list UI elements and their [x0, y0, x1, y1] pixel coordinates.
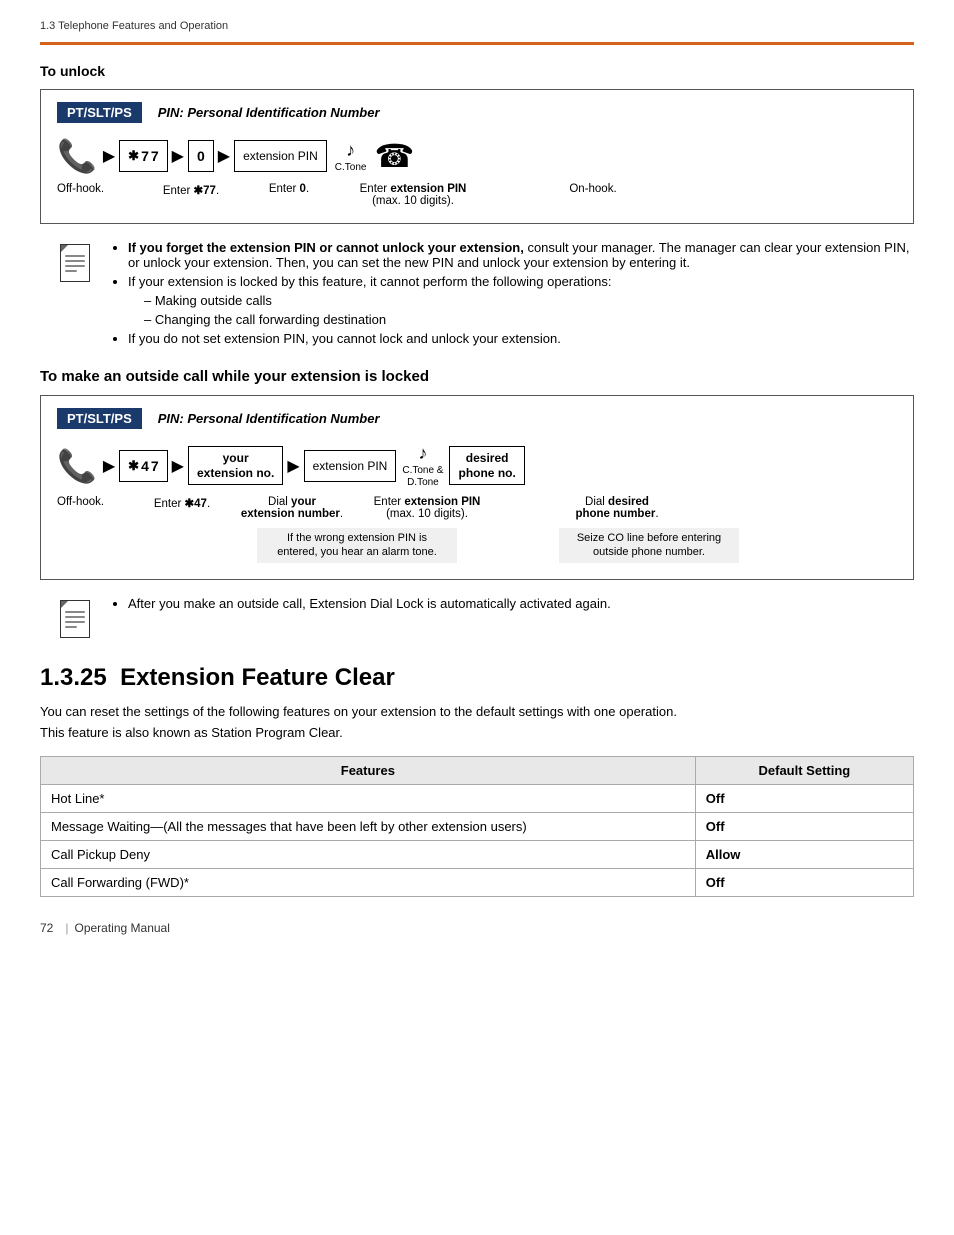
orange-rule — [40, 42, 914, 45]
arrow1: ▶ — [103, 146, 115, 166]
default-cell: Allow — [695, 840, 913, 868]
unlock-section: To unlock PT/SLT/PS PIN: Personal Identi… — [40, 63, 914, 224]
feature-cell: Message Waiting—(All the messages that h… — [41, 812, 696, 840]
default-cell: Off — [695, 868, 913, 896]
feature-cell: Call Pickup Deny — [41, 840, 696, 868]
footer-label: Operating Manual — [74, 921, 169, 935]
table-row: Hot Line*Off — [41, 784, 914, 812]
ext-pin-box: extension PIN — [234, 140, 327, 172]
footer: 72 | Operating Manual — [40, 921, 914, 935]
pt-badge-unlock: PT/SLT/PS — [57, 102, 142, 123]
arrow2: ▶ — [172, 146, 184, 166]
oc-label-enter47: Enter ✱47. — [132, 496, 232, 510]
unlock-diagram-box: PT/SLT/PS PIN: Personal Identification N… — [40, 89, 914, 224]
oc-label-dial-desired: Dial desiredphone number. — [562, 496, 672, 520]
bullet-pin-forget: If you forget the extension PIN or canno… — [128, 240, 914, 270]
table-row: Message Waiting—(All the messages that h… — [41, 812, 914, 840]
default-cell: Off — [695, 784, 913, 812]
bullet-locked-ops: If your extension is locked by this feat… — [128, 274, 914, 327]
arrow3: ▶ — [218, 146, 230, 166]
body-text-2: This feature is also known as Station Pr… — [40, 725, 914, 740]
your-ext-no-box: yourextension no. — [188, 446, 283, 485]
ctone-icon: ♪ C.Tone — [335, 140, 367, 173]
col-default: Default Setting — [695, 756, 913, 784]
arrow-oc3: ▶ — [287, 456, 299, 476]
oc-label-offhook: Off-hook. — [57, 496, 132, 508]
phone-offhook-icon: 📞 — [57, 137, 97, 175]
feature-cell: Hot Line* — [41, 784, 696, 812]
footer-page: 72 — [40, 921, 53, 935]
dash-making-calls: Making outside calls — [144, 293, 914, 308]
label-enter77: Enter ✱77. — [137, 183, 245, 197]
outside-call-title: To make an outside call while your exten… — [40, 368, 914, 385]
table-row: Call Pickup DenyAllow — [41, 840, 914, 868]
breadcrumb: 1.3 Telephone Features and Operation — [40, 20, 914, 32]
dash-changing-fwd: Changing the call forwarding destination — [144, 312, 914, 327]
ctone-dtone-icon: ♪ C.Tone &D.Tone — [402, 443, 443, 488]
bullet-no-pin: If you do not set extension PIN, you can… — [128, 331, 914, 346]
oc-label-enter-pin: Enter extension PIN(max. 10 digits). — [352, 496, 502, 520]
features-table: Features Default Setting Hot Line*OffMes… — [40, 756, 914, 897]
note-icon-1 — [60, 240, 96, 284]
bullet-auto-lock: After you make an outside call, Extensio… — [128, 596, 914, 611]
arrow-oc2: ▶ — [172, 456, 184, 476]
pt-badge-outside: PT/SLT/PS — [57, 408, 142, 429]
desired-phone-box: desiredphone no. — [449, 446, 524, 485]
outside-call-section: To make an outside call while your exten… — [40, 368, 914, 580]
pin-title-unlock: PIN: Personal Identification Number — [158, 105, 380, 120]
ext-pin-box-2: extension PIN — [304, 450, 397, 482]
table-row: Call Forwarding (FWD)*Off — [41, 868, 914, 896]
pin-title-outside: PIN: Personal Identification Number — [158, 411, 380, 426]
section-125-title: 1.3.25 Extension Feature Clear — [40, 664, 914, 692]
bullet-forget-pin: If you forget the extension PIN or canno… — [60, 240, 914, 350]
label-enter0: Enter 0. — [245, 183, 333, 195]
callout-seize-co: Seize CO line before enteringoutside pho… — [559, 528, 739, 563]
phone-offhook-2: 📞 — [57, 447, 97, 485]
feature-cell: Call Forwarding (FWD)* — [41, 868, 696, 896]
note-icon-2 — [60, 596, 96, 640]
bullet-auto-activate: After you make an outside call, Extensio… — [60, 596, 914, 640]
key-0: 0 — [188, 140, 214, 172]
oc-label-dial-ext: Dial yourextension number. — [232, 496, 352, 520]
col-features: Features — [41, 756, 696, 784]
unlock-title: To unlock — [40, 63, 914, 79]
footer-sep: | — [65, 921, 68, 935]
default-cell: Off — [695, 812, 913, 840]
body-text-1: You can reset the settings of the follow… — [40, 704, 914, 719]
key-star77: ✱ 7 7 — [119, 140, 168, 172]
label-enter-pin: Enter extension PIN(max. 10 digits). — [333, 183, 493, 207]
callout-wrong-pin: If the wrong extension PIN isentered, yo… — [257, 528, 457, 563]
label-offhook: Off-hook. — [57, 183, 137, 195]
phone-onhook-icon: ☎ — [374, 137, 414, 175]
arrow-oc1: ▶ — [103, 456, 115, 476]
label-onhook: On-hook. — [553, 183, 633, 195]
outside-call-diagram: PT/SLT/PS PIN: Personal Identification N… — [40, 395, 914, 580]
key-star47: ✱ 4 7 — [119, 450, 168, 482]
